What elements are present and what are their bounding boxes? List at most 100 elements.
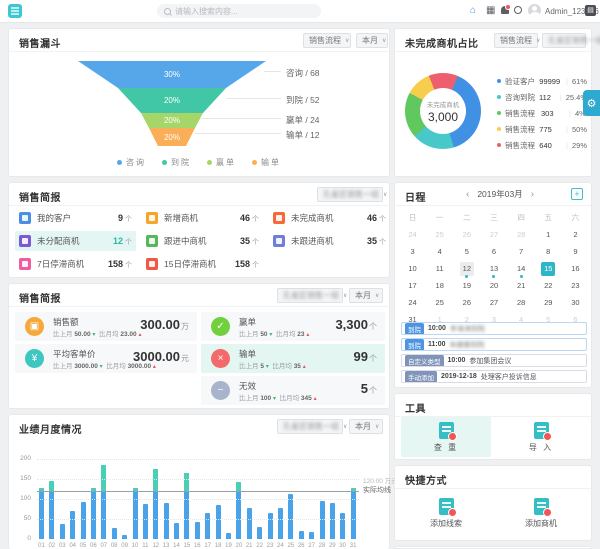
home-icon[interactable]: ⌂ [470,5,476,17]
calendar-day[interactable]: 24 [399,226,426,243]
stats-period-filter[interactable]: 本月∨ [349,288,383,303]
dedupe-icon [439,422,454,439]
add-schedule-button[interactable]: + [571,188,583,200]
settings-gear-button[interactable]: ⚙ [583,90,600,116]
stalled-7d-icon [19,258,31,270]
apps-grid-icon[interactable]: ▦ [486,5,495,17]
schedule-item[interactable]: 到院11:00朱娜娜到院 [401,338,587,351]
funnel-stage: 20% [118,88,226,113]
calendar-day[interactable]: 11 [426,260,453,277]
calendar-day[interactable]: 21 [508,277,535,294]
month-label: 2019年03月 [477,188,522,200]
calendar-day[interactable]: 27 [480,294,507,311]
calendar-day[interactable]: 3 [399,243,426,260]
legend-item[interactable]: 赢单 [207,157,236,168]
calendar-day[interactable]: 23 [562,277,589,294]
briefing-tile[interactable]: 未完成商机46个 [269,208,390,228]
calendar-day[interactable]: 24 [399,294,426,311]
calendar-day[interactable]: 29 [535,294,562,311]
next-month-icon[interactable]: › [531,189,534,200]
app-logo-icon[interactable] [8,4,22,18]
add-opportunity-shortcut[interactable]: 添加商机 [496,493,586,533]
calendar-day[interactable]: 26 [453,294,480,311]
calendar-day[interactable]: 25 [426,226,453,243]
donut-process-filter[interactable]: 销售流程∨ [494,33,538,48]
legend-item[interactable]: 到院 [162,157,191,168]
stat-card-avg-price[interactable]: ¥平均客单价比上月 3000.00 ▾ 比月均 3000.00 ▴3000.00… [15,344,197,373]
callout-line [264,71,281,72]
stats-group-filter[interactable]: 孔雀区销售一组∨ [277,288,343,303]
notifications-bell-icon[interactable] [501,6,509,14]
donut-legend-row[interactable]: 销售流程775|50% [497,121,587,137]
briefing-tile[interactable]: 15日停滞商机158个 [142,254,263,274]
briefing-tile[interactable]: 7日停滞商机158个 [15,254,136,274]
funnel-process-filter[interactable]: 销售流程∨ [303,33,351,48]
legend-item[interactable]: 输单 [252,157,281,168]
donut-legend-row[interactable]: 咨询到院112|25.4% [497,89,587,105]
donut-legend-row[interactable]: 销售流程303|4% [497,105,587,121]
legend-dot-icon [497,127,501,131]
briefing-tile[interactable]: 跟进中商机35个 [142,231,263,251]
calendar-day[interactable]: 20 [480,277,507,294]
schedule-item[interactable]: 手动添加2019-12-18处理客户投诉信息 [401,370,587,383]
stat-card-sales-amount[interactable]: ▣销售额比上月 50.00 ▾ 比月均 23.00 ▴300.00万 [15,312,197,341]
funnel-period-filter[interactable]: 本月∨ [356,33,388,48]
calendar-day[interactable]: 27 [480,226,507,243]
donut-legend-row[interactable]: 销售流程640|29% [497,137,587,153]
stalled-15d-icon [146,258,158,270]
calendar-day[interactable]: 7 [508,243,535,260]
calendar-day[interactable]: 28 [508,226,535,243]
global-search-input[interactable]: 请输入搜索内容... [157,4,321,18]
bar [247,508,252,539]
briefing-group-filter[interactable]: 孔雀区销售一组∨ [317,187,383,202]
perf-group-filter[interactable]: 孔雀区销售一组∨ [277,419,343,434]
schedule-item[interactable]: 到院10:00李海涛到院 [401,322,587,335]
calendar-day[interactable]: 16 [562,260,589,277]
perf-period-filter[interactable]: 本月∨ [349,419,383,434]
avatar[interactable] [528,4,541,17]
donut-group-filter[interactable]: 孔雀区销售一组∨ [542,33,586,48]
add-lead-shortcut[interactable]: 添加线索 [401,493,491,533]
calendar-day[interactable]: 17 [399,277,426,294]
calendar-day[interactable]: 2 [562,226,589,243]
win-icon: ✓ [211,317,230,336]
divider [395,51,591,52]
schedule-item[interactable]: 自定义类型10:00参加集团会议 [401,354,587,367]
stat-card-lose[interactable]: ×输单比上月 5 ▾ 比月均 35 ▴99个 [201,344,385,373]
prev-month-icon[interactable]: ‹ [466,189,469,200]
calendar-day[interactable]: 6 [480,243,507,260]
calendar-day[interactable]: 25 [426,294,453,311]
import-tool[interactable]: 导 入 [496,417,586,457]
calendar-day[interactable]: 9 [562,243,589,260]
calendar-day[interactable]: 26 [453,226,480,243]
calendar-day[interactable]: 5 [453,243,480,260]
gear-icon: ⚙ [587,97,597,110]
calendar-day[interactable]: 14 [508,260,535,277]
calendar-day[interactable]: 18 [426,277,453,294]
calendar-day[interactable]: 15 [535,260,562,277]
donut-legend-row[interactable]: 验证客户99999|61% [497,73,587,89]
calendar-day[interactable]: 28 [508,294,535,311]
stat-card-invalid[interactable]: −无效比上月 100 ▾ 比月均 345 ▴5个 [201,376,385,405]
x-tick-label: 21 [244,543,254,549]
bar [60,524,65,539]
dedupe-tool[interactable]: 查 重 [401,417,491,457]
calendar-day[interactable]: 22 [535,277,562,294]
calendar-day[interactable]: 8 [535,243,562,260]
calendar-day[interactable]: 12 [453,260,480,277]
calendar-day[interactable]: 10 [399,260,426,277]
briefing-tile[interactable]: 新增商机46个 [142,208,263,228]
help-icon[interactable] [514,6,522,14]
calendar-day[interactable]: 19 [453,277,480,294]
briefing-tile[interactable]: 未分配商机12个 [15,231,136,251]
briefing-tile[interactable]: 我的客户9个 [15,208,136,228]
collapse-icon[interactable]: ▤ [585,5,596,16]
calendar-day[interactable]: 1 [535,226,562,243]
stat-card-win[interactable]: ✓赢单比上月 50 ▾ 比月均 23 ▴3,300个 [201,312,385,341]
legend-item[interactable]: 咨询 [117,157,146,168]
divider [9,51,389,52]
calendar-day[interactable]: 4 [426,243,453,260]
calendar-day[interactable]: 13 [480,260,507,277]
briefing-tile[interactable]: 未跟进商机35个 [269,231,390,251]
calendar-day[interactable]: 30 [562,294,589,311]
